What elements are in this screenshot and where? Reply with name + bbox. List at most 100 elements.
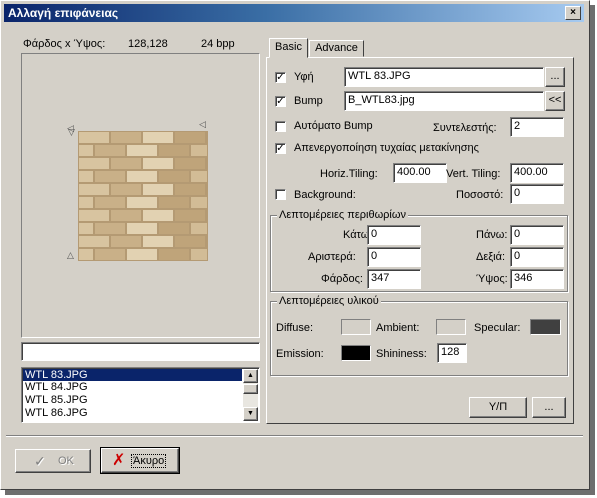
background-checkbox[interactable]: [275, 189, 286, 200]
more-button-label: ...: [544, 401, 554, 413]
texture-tile: [94, 170, 126, 183]
window-title: Αλλαγή επιφάνειας: [8, 6, 119, 20]
bump-copy-button[interactable]: <<: [545, 91, 565, 111]
title-bar[interactable]: Αλλαγή επιφάνειας ×: [4, 4, 584, 22]
scroll-up-button[interactable]: ▲: [243, 369, 258, 383]
emission-color-swatch[interactable]: [341, 345, 371, 361]
x-icon: ✗: [112, 452, 126, 469]
specular-label: Specular:: [474, 322, 521, 334]
check-icon: ✓: [34, 453, 46, 469]
texture-tile: [174, 209, 206, 222]
texture-tile: [206, 209, 208, 222]
scroll-thumb[interactable]: [243, 384, 258, 394]
list-scrollbar[interactable]: ▲ ▼: [243, 369, 258, 421]
coefficient-input[interactable]: 2: [510, 117, 564, 137]
background-label: Background:: [294, 189, 356, 201]
texture-tile: [94, 144, 126, 157]
texture-tile: [78, 222, 94, 235]
texture-tile: [78, 170, 94, 183]
tab-basic-label: Basic: [275, 41, 302, 53]
ambient-color-swatch[interactable]: [436, 319, 466, 335]
tab-basic[interactable]: Basic: [269, 38, 308, 58]
scroll-down-button[interactable]: ▼: [243, 407, 258, 421]
top-right-handle-icon[interactable]: ◁: [199, 119, 206, 130]
left-margin-input[interactable]: 0: [367, 247, 421, 267]
texture-tile: [190, 248, 208, 261]
texture-tile: [78, 144, 94, 157]
file-list-item-selected[interactable]: WTL 83.JPG: [23, 369, 242, 381]
horiz-tiling-input[interactable]: 400.00: [393, 163, 447, 183]
texture-browse-button[interactable]: ...: [545, 67, 565, 87]
percentage-label: Ποσοστό:: [456, 189, 504, 201]
texture-tile: [158, 144, 190, 157]
texture-tile: [94, 196, 126, 209]
texture-tile: [78, 235, 110, 248]
bottom-margin-input[interactable]: 0: [367, 225, 421, 245]
margins-group: Λεπτομέρειες περιθωρίων Κάτω: 0 Πάνω: 0 …: [270, 209, 568, 292]
texture-tile: [110, 183, 142, 196]
left-margin-label: Αριστερά:: [308, 251, 356, 263]
specular-color-swatch[interactable]: [530, 319, 561, 335]
texture-tile: [142, 183, 174, 196]
texture-tile: [110, 235, 142, 248]
browse-label: ...: [550, 70, 560, 82]
texture-checkbox[interactable]: ✓: [275, 72, 286, 83]
bpp-value: 24 bpp: [201, 38, 235, 50]
texture-tile: [110, 157, 142, 170]
file-list-item[interactable]: WTL 85.JPG: [23, 394, 242, 407]
file-list-item[interactable]: WTL 86.JPG: [23, 407, 242, 420]
file-list-item[interactable]: WTL 84.JPG: [23, 381, 242, 394]
yp-button[interactable]: Υ/Π: [469, 397, 527, 418]
yp-button-label: Υ/Π: [488, 401, 508, 413]
texture-preview: ◁ ▽ ◁ △: [21, 53, 260, 338]
tab-advance-label: Advance: [315, 42, 358, 54]
cancel-button[interactable]: ✗ Άκυρο: [100, 447, 180, 474]
dialog-window: Αλλαγή επιφάνειας × Φάρδος x Ύψος: 128,1…: [0, 0, 590, 490]
texture-tile: [126, 248, 158, 261]
texture-tile: [206, 131, 208, 144]
texture-tile: [78, 248, 94, 261]
vert-tiling-input[interactable]: 400.00: [510, 163, 564, 183]
auto-bump-checkbox[interactable]: [275, 121, 286, 132]
close-button[interactable]: ×: [565, 6, 581, 20]
coefficient-label: Συντελεστής:: [433, 122, 497, 134]
bump-file-input[interactable]: B_WTL83.jpg: [344, 91, 544, 111]
top-margin-input[interactable]: 0: [510, 225, 564, 245]
right-margin-input[interactable]: 0: [510, 247, 564, 267]
texture-tile: [126, 222, 158, 235]
texture-tile: [78, 209, 110, 222]
texture-tile: [94, 222, 126, 235]
right-margin-label: Δεξιά:: [476, 251, 506, 263]
texture-tile: [158, 170, 190, 183]
bump-label: Bump: [294, 95, 323, 107]
scroll-down-icon: ▼: [247, 410, 254, 417]
path-input[interactable]: [21, 342, 260, 361]
texture-tile: [174, 131, 206, 144]
texture-tile: [142, 157, 174, 170]
emission-label: Emission:: [276, 348, 324, 360]
texture-tile: [78, 157, 110, 170]
ok-button[interactable]: ✓ OK: [15, 449, 91, 473]
material-group-title: Λεπτομέρειες υλικού: [277, 295, 381, 307]
bottom-left-handle-icon[interactable]: △: [67, 250, 74, 261]
width-input[interactable]: 347: [367, 269, 421, 289]
ok-button-label: OK: [58, 455, 74, 467]
texture-file-input[interactable]: WTL 83.JPG: [344, 67, 544, 87]
texture-tile: [142, 235, 174, 248]
texture-tile: [126, 170, 158, 183]
tab-advance[interactable]: Advance: [309, 40, 364, 57]
margins-group-title: Λεπτομέρειες περιθωρίων: [277, 209, 408, 221]
random-offset-checkbox[interactable]: ✓: [275, 143, 286, 154]
height-input[interactable]: 346: [510, 269, 564, 289]
cancel-button-label: Άκυρο: [131, 454, 167, 468]
shininess-input[interactable]: 128: [437, 343, 467, 363]
texture-tile: [142, 131, 174, 144]
file-listbox[interactable]: WTL 83.JPG WTL 84.JPG WTL 85.JPG WTL 86.…: [21, 367, 260, 423]
close-icon: ×: [570, 7, 576, 18]
percentage-input[interactable]: 0: [510, 184, 564, 204]
bump-checkbox[interactable]: ✓: [275, 96, 286, 107]
texture-tile: [158, 248, 190, 261]
diffuse-color-swatch[interactable]: [341, 319, 371, 335]
more-button[interactable]: ...: [532, 397, 566, 418]
check-mark-icon: ✓: [276, 72, 285, 83]
